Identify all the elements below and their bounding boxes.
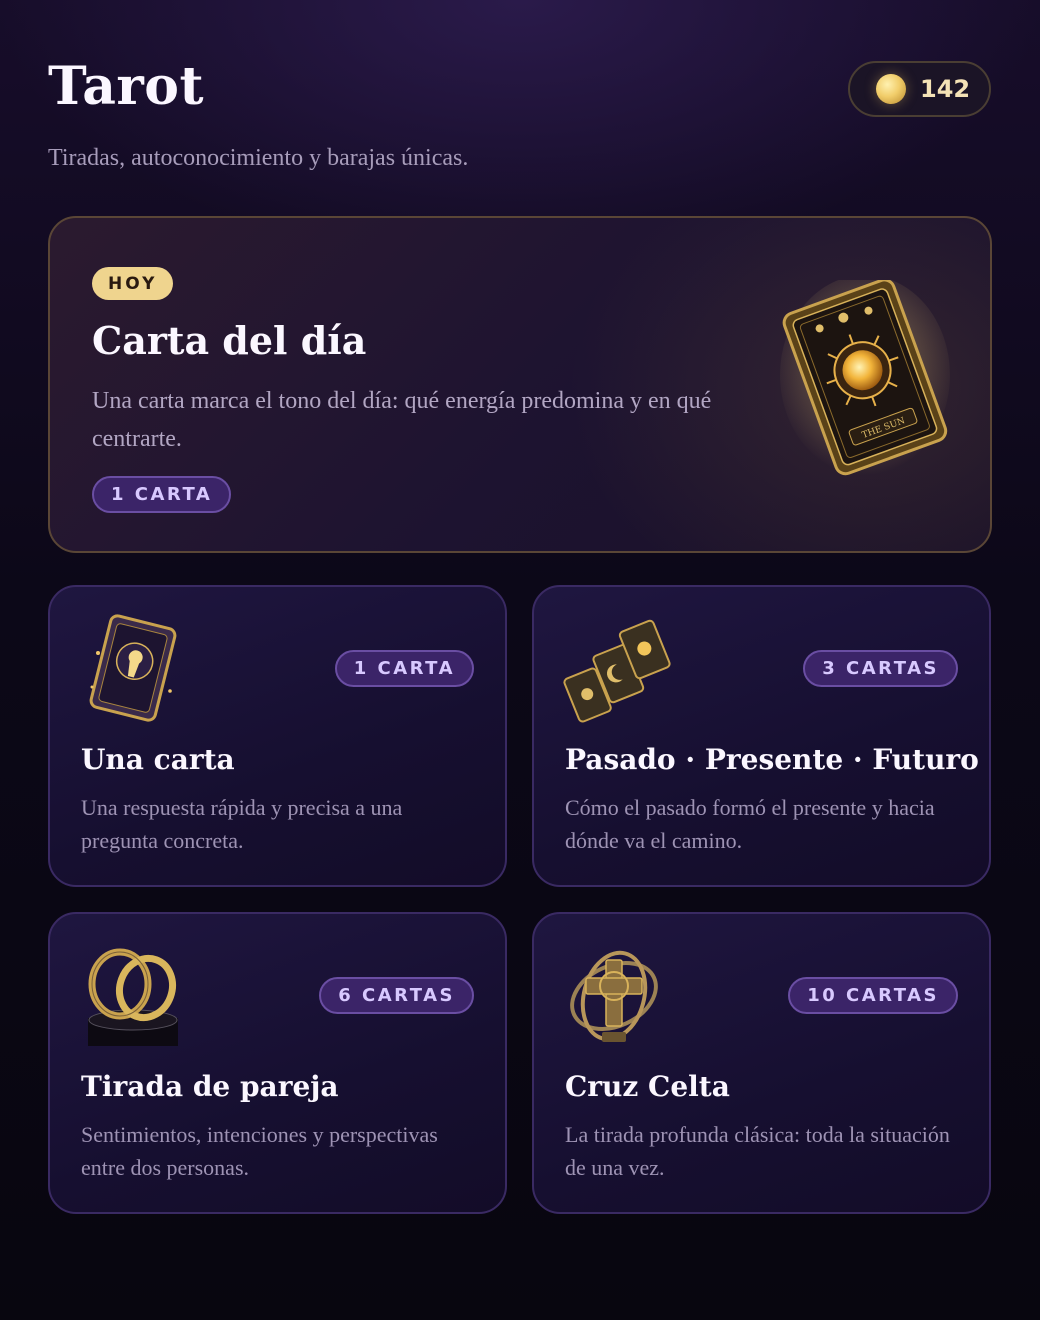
spread-card-una-carta[interactable]: 1 CARTA Una carta Una respuesta rápida y… <box>48 585 507 887</box>
page-subtitle: Tiradas, autoconocimiento y barajas únic… <box>48 145 469 171</box>
page-title: Tarot <box>48 56 205 117</box>
celtic-cross-icon <box>570 950 658 1042</box>
card-count-badge: 3 CARTAS <box>803 650 958 687</box>
spread-description: La tirada profunda clásica: toda la situ… <box>565 1122 950 1180</box>
spread-card-tirada-de-pareja[interactable]: 6 CARTAS Tirada de pareja Sentimientos, … <box>48 912 507 1214</box>
coin-count: 142 <box>920 75 971 103</box>
daily-card-description: Una carta marca el tono del día: qué ene… <box>92 388 712 452</box>
spread-description: Sentimientos, intenciones y perspectivas… <box>81 1122 438 1180</box>
spread-title: Una carta <box>81 743 235 776</box>
keyhole-card-icon <box>89 614 177 722</box>
interlocked-rings-icon <box>88 948 178 1046</box>
sun-card-icon: THE SUN <box>780 280 950 476</box>
card-count-badge: 10 CARTAS <box>788 977 958 1014</box>
spread-card-cruz-celta[interactable]: 10 CARTAS Cruz Celta La tirada profunda … <box>532 912 991 1214</box>
three-cards-icon <box>563 619 671 723</box>
card-count-badge: 1 CARTA <box>334 650 474 687</box>
spread-title: Pasado · Presente · Futuro <box>565 743 979 776</box>
spread-description: Una respuesta rápida y precisa a una pre… <box>81 795 403 853</box>
coin-balance-button[interactable]: 142 <box>848 61 991 117</box>
spread-description: Cómo el pasado formó el presente y hacia… <box>565 795 935 853</box>
today-badge: HOY <box>92 267 174 300</box>
daily-card-title: Carta del día <box>92 318 367 363</box>
card-count-badge: 6 CARTAS <box>319 977 474 1014</box>
spread-title: Cruz Celta <box>565 1070 730 1103</box>
spread-title: Tirada de pareja <box>81 1070 339 1103</box>
daily-card[interactable]: HOY Carta del día Una carta marca el ton… <box>48 216 992 553</box>
spread-card-pasado-presente-futuro[interactable]: 3 CARTAS Pasado · Presente · Futuro Cómo… <box>532 585 991 887</box>
card-count-badge: 1 CARTA <box>92 476 232 513</box>
coin-icon <box>876 74 906 104</box>
